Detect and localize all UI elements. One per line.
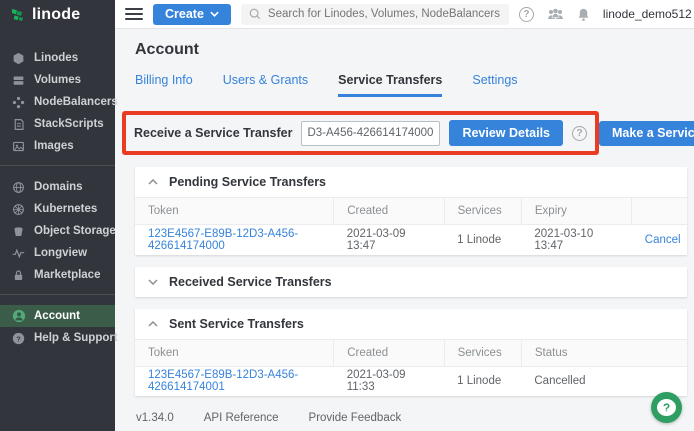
column-header-created: Created (334, 339, 444, 366)
sidebar-divider (0, 294, 115, 295)
notifications-icon[interactable] (577, 7, 590, 22)
topbar: Create ? (115, 0, 694, 29)
pending-transfers-panel: Pending Service Transfers Token Created … (135, 167, 687, 255)
sidebar-item-nodebalancers[interactable]: NodeBalancers (0, 91, 115, 113)
kubernetes-icon (11, 202, 26, 217)
linode-logo[interactable]: linode (0, 0, 115, 29)
token-link[interactable]: 123E4567-E89B-12D3-A456-426614174000 (148, 228, 298, 252)
pending-transfers-header[interactable]: Pending Service Transfers (135, 167, 687, 197)
sidebar-item-help-support[interactable]: ? Help & Support (0, 327, 115, 349)
receive-transfer-label: Receive a Service Transfer (134, 126, 292, 140)
username[interactable]: linode_demo512 (603, 7, 692, 21)
expiry-cell: 2021-03-10 13:47 (521, 225, 631, 255)
linodes-icon (11, 51, 26, 66)
help-tooltip-icon[interactable]: ? (572, 126, 587, 141)
chevron-up-icon (148, 321, 158, 327)
community-icon[interactable] (547, 8, 564, 21)
app-window: linode Create ? (0, 0, 694, 431)
created-cell: 2021-03-09 11:33 (334, 366, 444, 396)
version-label: v1.34.0 (136, 412, 174, 424)
column-header-action (632, 198, 687, 225)
services-cell: 1 Linode (444, 225, 521, 255)
volumes-icon (11, 73, 26, 88)
main-content: Account Billing Info Users & Grants Serv… (115, 29, 694, 431)
pending-transfers-table: Token Created Services Expiry 123E4567-E… (135, 197, 687, 255)
search-box[interactable] (241, 4, 509, 25)
section-title: Received Service Transfers (169, 275, 332, 289)
created-cell: 2021-03-09 13:47 (334, 225, 444, 255)
account-icon (11, 309, 26, 324)
images-icon (11, 139, 26, 154)
annotation-highlight-box: Receive a Service Transfer Review Detail… (122, 111, 599, 155)
received-transfers-header[interactable]: Received Service Transfers (135, 267, 687, 297)
search-input[interactable] (268, 8, 501, 20)
make-transfer-button[interactable]: Make a Service Transfer (599, 121, 694, 146)
chevron-up-icon (148, 179, 158, 185)
longview-icon (11, 246, 26, 261)
receive-transfer-row: Receive a Service Transfer Review Detail… (135, 111, 687, 155)
review-details-button[interactable]: Review Details (449, 120, 563, 146)
stackscripts-icon (11, 117, 26, 132)
help-chat-icon: ? (657, 399, 676, 416)
nodebalancers-icon (11, 95, 26, 110)
sidebar-item-domains[interactable]: Domains (0, 176, 115, 198)
footer: v1.34.0 API Reference Provide Feedback (135, 412, 687, 424)
column-header-services: Services (444, 339, 521, 366)
help-chat-button[interactable]: ? (651, 392, 682, 423)
sidebar-item-volumes[interactable]: Volumes (0, 69, 115, 91)
column-header-token: Token (135, 339, 334, 366)
tab-users-grants[interactable]: Users & Grants (223, 73, 308, 97)
sent-transfers-header[interactable]: Sent Service Transfers (135, 309, 687, 339)
linode-logo-icon (10, 7, 26, 23)
topbar-right: ? linode_demo512 (519, 6, 694, 23)
search-icon (249, 8, 261, 20)
sent-transfers-panel: Sent Service Transfers Token Created Ser… (135, 309, 687, 397)
table-row: 123E4567-E89B-12D3-A456-426614174001 202… (135, 366, 687, 396)
column-header-expiry: Expiry (521, 198, 631, 225)
cancel-link[interactable]: Cancel (645, 234, 681, 246)
help-circle-icon: ? (11, 331, 26, 346)
table-row: 123E4567-E89B-12D3-A456-426614174000 202… (135, 225, 687, 255)
chevron-down-icon (148, 279, 158, 285)
menu-icon[interactable] (125, 8, 143, 20)
sidebar-item-object-storage[interactable]: Object Storage (0, 220, 115, 242)
tab-bar: Billing Info Users & Grants Service Tran… (135, 73, 687, 97)
transfer-token-input[interactable] (301, 121, 440, 146)
api-reference-link[interactable]: API Reference (204, 412, 279, 424)
sidebar-divider (0, 165, 115, 166)
provide-feedback-link[interactable]: Provide Feedback (309, 412, 402, 424)
sidebar: Linodes Volumes NodeBalancers StackScrip… (0, 29, 115, 431)
top-header: linode Create ? (0, 0, 694, 29)
chevron-down-icon (210, 11, 219, 17)
services-cell: 1 Linode (444, 366, 521, 396)
domains-icon (11, 180, 26, 195)
sidebar-item-longview[interactable]: Longview (0, 242, 115, 264)
column-header-token: Token (135, 198, 334, 225)
sidebar-item-stackscripts[interactable]: StackScripts (0, 113, 115, 135)
received-transfers-panel: Received Service Transfers (135, 267, 687, 297)
sidebar-item-images[interactable]: Images (0, 135, 115, 157)
section-title: Pending Service Transfers (169, 175, 326, 189)
logo-text: linode (32, 6, 80, 24)
object-storage-icon (11, 224, 26, 239)
svg-text:?: ? (16, 334, 21, 343)
tab-service-transfers[interactable]: Service Transfers (338, 73, 442, 97)
create-button-label: Create (165, 7, 204, 21)
sidebar-item-account[interactable]: Account (0, 305, 115, 327)
column-header-created: Created (334, 198, 444, 225)
column-header-services: Services (444, 198, 521, 225)
marketplace-icon (11, 268, 26, 283)
help-icon[interactable]: ? (519, 7, 534, 22)
sent-transfers-table: Token Created Services Status 123E4567-E… (135, 339, 687, 397)
sidebar-item-kubernetes[interactable]: Kubernetes (0, 198, 115, 220)
section-title: Sent Service Transfers (169, 317, 304, 331)
sidebar-item-marketplace[interactable]: Marketplace (0, 264, 115, 286)
token-link[interactable]: 123E4567-E89B-12D3-A456-426614174001 (148, 369, 298, 393)
page-title: Account (135, 41, 687, 59)
tab-billing-info[interactable]: Billing Info (135, 73, 193, 97)
tab-settings[interactable]: Settings (472, 73, 517, 97)
column-header-status: Status (521, 339, 687, 366)
create-button[interactable]: Create (153, 4, 231, 25)
sidebar-item-linodes[interactable]: Linodes (0, 47, 115, 69)
